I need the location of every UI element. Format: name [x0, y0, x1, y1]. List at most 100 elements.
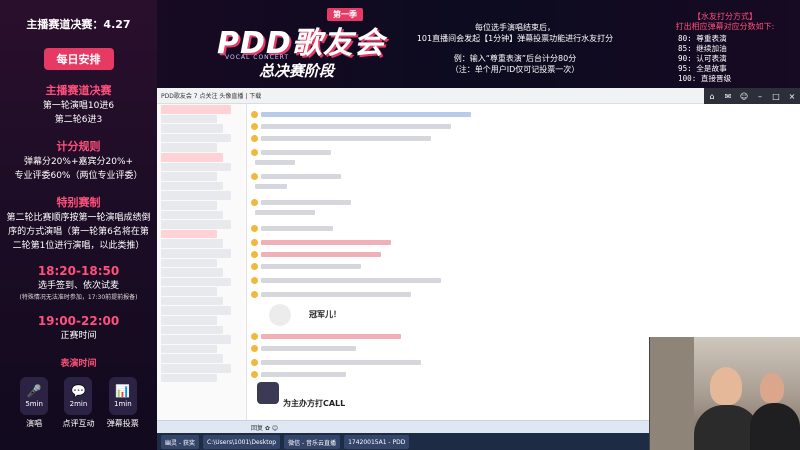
list-item[interactable]	[161, 220, 231, 229]
perf-duration: 1min	[113, 400, 132, 408]
user-icon[interactable]: ☺	[736, 88, 752, 104]
list-item[interactable]	[161, 268, 223, 277]
checkin-desc: 选手签到、依次试麦	[37, 281, 119, 291]
main-event-desc: 正赛时间	[60, 331, 97, 341]
scoring-line: 专业评委60%（两位专业评委）	[14, 171, 143, 181]
checkin-time: 18:20-18:50	[37, 264, 120, 278]
perf-item-vote: 📊 1min 弹幕投票	[103, 377, 143, 429]
score-legend: 【水友打分方式】 打出相应弹幕对应分数如下: 80: 尊重表演 85: 继续加油…	[652, 12, 798, 84]
special-line: 序的方式演唱（第一轮第6名将在第	[8, 227, 149, 237]
background-shelf	[650, 337, 694, 450]
list-item[interactable]	[161, 124, 223, 133]
emoji-sticker	[269, 304, 291, 326]
list-item[interactable]	[161, 316, 217, 325]
chat-message: 为主办方打CALL	[283, 399, 346, 408]
score-heading: 【水友打分方式】	[693, 12, 757, 21]
perf-item-sing: 🎤 5min 演唱	[14, 377, 54, 429]
special-heading: 特别赛制	[56, 196, 101, 209]
perf-label: 点评互动	[62, 419, 95, 428]
list-item[interactable]	[161, 258, 217, 268]
special-line: 第二轮比赛顺序按第一轮演唱成绩倒	[6, 213, 151, 223]
schedule-panel: 主播赛道决赛：4.27 每日安排 主播赛道决赛 第一轮演唱10进6 第二轮6进3…	[0, 0, 157, 450]
bar-chart-icon: 📊	[115, 384, 131, 398]
streamer-head	[710, 367, 742, 405]
perf-duration: 5min	[25, 400, 43, 408]
list-item[interactable]	[161, 239, 223, 248]
scoring-heading: 计分规则	[56, 140, 101, 153]
list-item[interactable]	[161, 133, 231, 143]
emoji-sticker	[257, 382, 279, 404]
scoring-line: 弹幕分20%+嘉宾分20%+	[23, 157, 134, 167]
list-item[interactable]	[161, 114, 217, 124]
close-icon[interactable]: ×	[784, 88, 800, 104]
final-date-title: 主播赛道决赛：4.27	[26, 18, 131, 31]
chat-bubble-icon: 💬	[71, 384, 86, 398]
taskbar-item[interactable]: 微信 - 音乐云直播	[284, 435, 341, 449]
score-item: 100: 直接晋级	[678, 74, 732, 83]
rules-line: （注：单个用户ID仅可记投票一次）	[450, 65, 580, 74]
perf-duration: 2min	[69, 400, 88, 408]
event-logo: 第一季 PDD歌友会 VOCAL CONCERT 总决赛阶段	[217, 8, 407, 84]
daily-schedule-badge: 每日安排	[43, 48, 114, 70]
list-item[interactable]	[161, 364, 231, 373]
list-item[interactable]	[161, 152, 223, 162]
list-item[interactable]	[161, 200, 217, 210]
score-item: 85: 继续加油	[678, 44, 727, 53]
maximize-icon[interactable]: □	[768, 88, 784, 104]
list-item[interactable]	[161, 172, 217, 181]
score-item: 95: 全是故事	[678, 64, 727, 73]
list-item[interactable]	[161, 181, 223, 191]
message-input[interactable]: 回复 ✿ 😊	[247, 421, 547, 433]
list-item[interactable]	[161, 325, 223, 335]
list-item[interactable]	[161, 335, 231, 344]
performance-time-heading: 表演时间	[60, 359, 97, 369]
guest-head	[760, 373, 784, 403]
main-event-time: 19:00-22:00	[37, 314, 120, 328]
list-item[interactable]	[161, 287, 217, 296]
perf-label: 演唱	[26, 419, 43, 428]
list-item[interactable]	[161, 277, 231, 287]
list-item[interactable]	[161, 191, 231, 200]
track-line: 第二轮6进3	[54, 115, 103, 125]
microphone-icon: 🎤	[26, 384, 42, 398]
home-icon[interactable]: ⌂	[704, 88, 720, 104]
track-heading: 主播赛道决赛	[45, 84, 112, 97]
list-item[interactable]	[161, 354, 223, 364]
list-item[interactable]	[161, 105, 231, 114]
perf-label: 弹幕投票	[106, 419, 139, 428]
rules-line: 例：输入“尊重表演”后台计分80分	[453, 54, 577, 63]
minimize-icon[interactable]: –	[752, 88, 768, 104]
app-titlebar: PDD歌友会 7 点关注 头像直播 | 下载 ⌂ ✉ ☺ – □ ×	[157, 88, 800, 104]
score-list: 80: 尊重表演 85: 继续加油 90: 认可表演 95: 全是故事 100:…	[652, 34, 798, 84]
list-item[interactable]	[161, 306, 231, 316]
list-item[interactable]	[161, 296, 223, 306]
mail-icon[interactable]: ✉	[720, 88, 736, 104]
special-line: 二轮第1位进行演唱，以此类推）	[12, 241, 145, 251]
window-controls: ⌂ ✉ ☺ – □ ×	[704, 88, 800, 104]
checkin-note: (特殊情况无法准时参加，17:30前提前报备)	[19, 294, 138, 301]
list-item[interactable]	[161, 143, 217, 152]
list-item[interactable]	[161, 373, 217, 383]
chat-message: 冠军儿！	[309, 310, 341, 319]
taskbar-item[interactable]: 幽灵 - 获奖	[161, 435, 199, 449]
list-item[interactable]	[161, 210, 223, 220]
list-item[interactable]	[161, 344, 217, 354]
rules-line: 每位选手演唱结束后，	[475, 23, 555, 32]
performance-icons: 🎤 5min 演唱 💬 2min 点评互动 📊 1min 弹幕投票	[0, 377, 157, 429]
guest-body	[750, 403, 800, 450]
taskbar-item[interactable]: C:\Users\1001\Desktop	[202, 435, 281, 449]
voting-rules: 每位选手演唱结束后， 101直播间会发起【1分钟】弹幕投票功能进行水友打分 例：…	[415, 22, 615, 75]
logo-final-stage: 总决赛阶段	[259, 62, 335, 80]
event-banner: 第一季 PDD歌友会 VOCAL CONCERT 总决赛阶段 每位选手演唱结束后…	[157, 0, 800, 88]
list-item[interactable]	[161, 162, 231, 172]
app-window-title: PDD歌友会 7 点关注 头像直播 | 下载	[161, 93, 262, 100]
score-item: 90: 认可表演	[678, 54, 727, 63]
webcam-feed	[649, 337, 800, 450]
member-list[interactable]	[157, 104, 247, 420]
score-heading: 打出相应弹幕对应分数如下:	[675, 22, 775, 31]
rules-line: 101直播间会发起【1分钟】弹幕投票功能进行水友打分	[416, 34, 614, 43]
score-item: 80: 尊重表演	[678, 34, 727, 43]
list-item[interactable]	[161, 248, 231, 258]
list-item[interactable]	[161, 229, 217, 239]
taskbar-item[interactable]: 17420015A1 - PDD	[344, 435, 410, 449]
